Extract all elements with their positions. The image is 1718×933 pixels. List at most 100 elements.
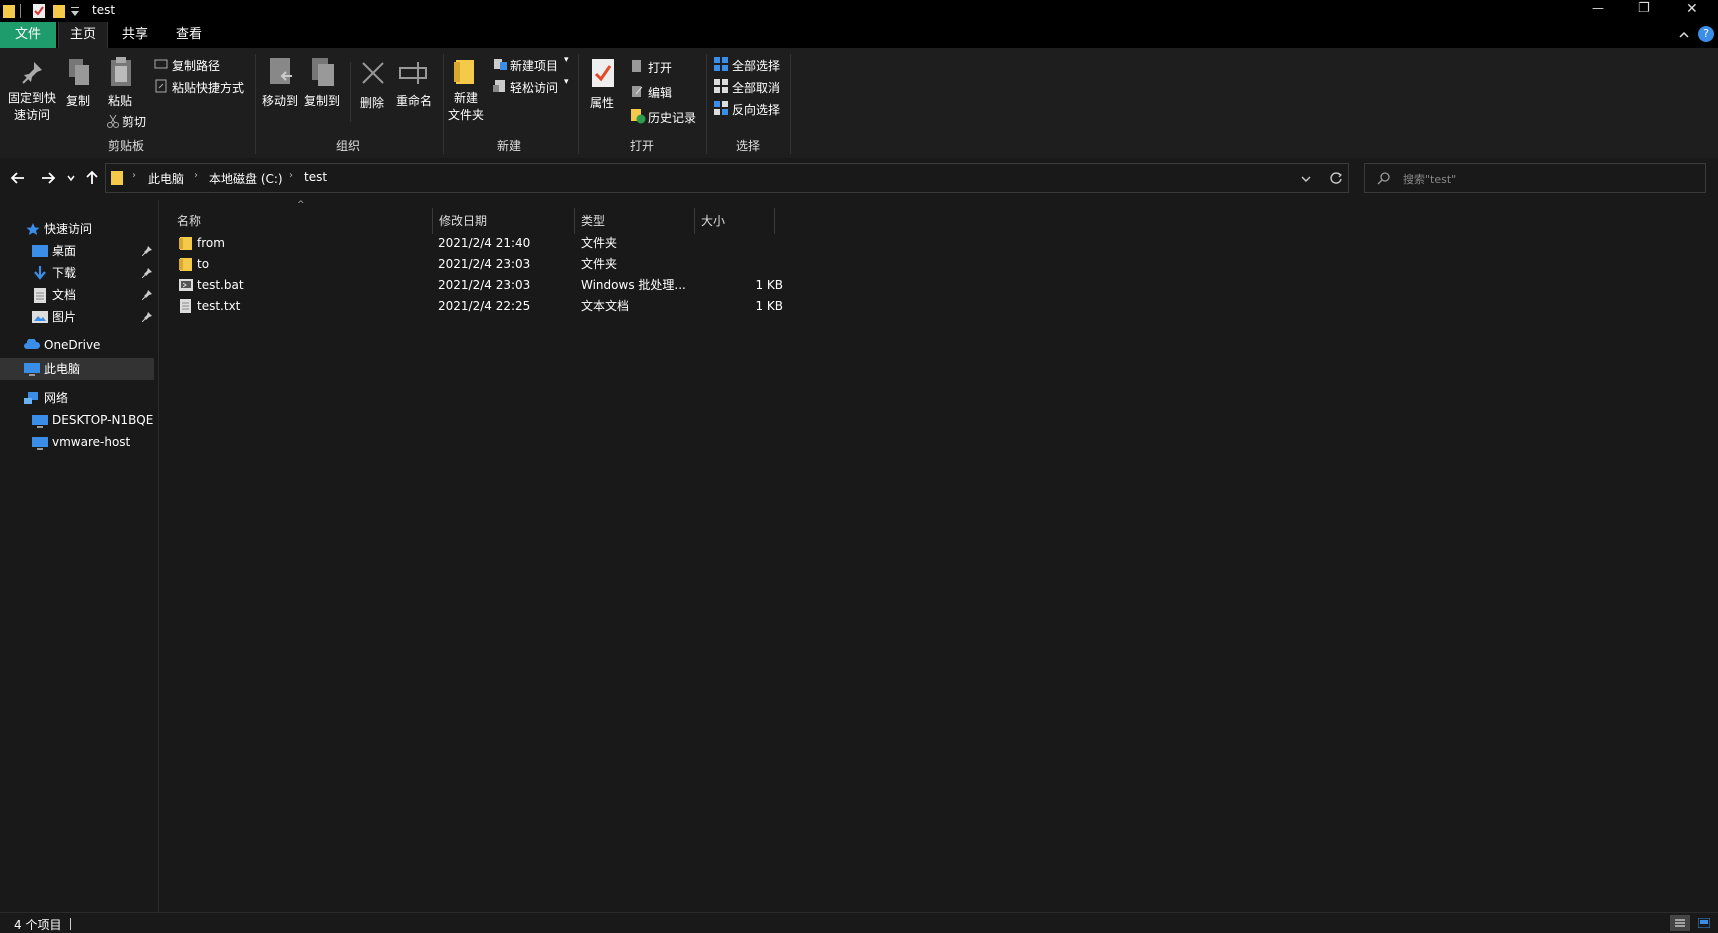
pin-icon	[142, 268, 152, 278]
nav-documents[interactable]: 文档	[52, 284, 76, 306]
new-item-button[interactable]: 新建项目	[510, 57, 558, 74]
file-name: from	[197, 236, 225, 250]
search-box[interactable]: 搜索"test"	[1364, 163, 1706, 193]
delete-icon	[362, 62, 384, 84]
pin-to-quick-access-button[interactable]: 固定到快 速访问	[4, 90, 60, 124]
paste-button[interactable]: 粘贴	[108, 92, 132, 109]
move-to-icon	[270, 58, 292, 84]
select-all-icon	[714, 57, 728, 71]
invert-selection-button[interactable]: 反向选择	[732, 101, 780, 118]
folder-icon	[179, 258, 192, 271]
copy-button[interactable]: 复制	[66, 92, 90, 109]
tab-share[interactable]: 共享	[110, 22, 160, 48]
new-item-dropdown-icon[interactable]: ▾	[564, 55, 569, 65]
large-icons-view-button[interactable]	[1694, 915, 1714, 931]
file-date: 2021/2/4 23:03	[438, 278, 531, 292]
select-all-button[interactable]: 全部选择	[732, 57, 780, 74]
paste-icon	[111, 57, 131, 86]
address-dropdown-icon[interactable]	[1300, 173, 1312, 185]
ribbon-separator	[706, 54, 707, 154]
file-type: 文件夹	[581, 236, 618, 250]
nav-quick-access[interactable]: 快速访问	[44, 218, 92, 240]
delete-button[interactable]: 删除	[360, 94, 384, 111]
breadcrumb-separator-icon[interactable]: ›	[132, 170, 136, 181]
nav-host-desktop[interactable]: DESKTOP-N1BQE	[52, 409, 153, 431]
easy-access-dropdown-icon[interactable]: ▾	[564, 77, 569, 87]
select-group-label: 选择	[736, 139, 761, 153]
forward-arrow-icon[interactable]	[40, 170, 56, 186]
nav-onedrive[interactable]: OneDrive	[44, 334, 100, 356]
table-row[interactable]: to 2021/2/4 23:03 文件夹	[175, 254, 935, 275]
ribbon-separator	[578, 54, 579, 154]
file-size: 1 KB	[755, 278, 783, 292]
rename-button[interactable]: 重命名	[396, 92, 432, 109]
computer-icon	[24, 363, 40, 376]
copy-path-button[interactable]: 复制路径	[172, 57, 220, 74]
pictures-icon	[32, 311, 48, 323]
column-header-size[interactable]: 大小	[695, 208, 775, 234]
maximize-button[interactable]: ❐	[1638, 1, 1650, 16]
up-arrow-icon[interactable]	[84, 170, 100, 186]
nav-desktop[interactable]: 桌面	[52, 240, 76, 262]
breadcrumb-local-disk[interactable]: 本地磁盘 (C:)	[209, 170, 283, 187]
history-button[interactable]: 历史记录	[648, 109, 696, 126]
properties-icon	[592, 59, 614, 87]
text-file-icon	[180, 299, 191, 313]
tab-view[interactable]: 查看	[164, 22, 214, 48]
ribbon-separator	[790, 54, 791, 154]
column-header-date[interactable]: 修改日期	[433, 208, 575, 234]
file-name: test.bat	[197, 278, 244, 292]
back-arrow-icon[interactable]	[10, 170, 26, 186]
new-folder-button[interactable]: 新建 文件夹	[446, 90, 486, 124]
nav-downloads[interactable]: 下载	[52, 262, 76, 284]
edit-button[interactable]: 编辑	[648, 84, 672, 101]
copy-to-button[interactable]: 复制到	[304, 92, 340, 109]
scissors-icon	[107, 114, 119, 128]
customize-quick-access-icon[interactable]	[70, 6, 80, 18]
table-row[interactable]: from 2021/2/4 21:40 文件夹	[175, 233, 935, 254]
select-none-button[interactable]: 全部取消	[732, 79, 780, 96]
move-to-button[interactable]: 移动到	[262, 92, 298, 109]
address-bar[interactable]: › 此电脑 › 本地磁盘 (C:) › test	[105, 163, 1349, 193]
refresh-icon[interactable]	[1329, 171, 1343, 185]
breadcrumb-separator-icon[interactable]: ›	[289, 170, 293, 181]
properties-quick-icon[interactable]	[32, 3, 46, 19]
minimize-button[interactable]: —	[1592, 1, 1604, 15]
search-icon	[1377, 172, 1390, 185]
new-folder-quick-icon[interactable]	[52, 3, 66, 19]
recent-locations-chevron-icon[interactable]	[66, 173, 76, 183]
breadcrumb-separator-icon[interactable]: ›	[194, 170, 198, 181]
collapse-ribbon-icon[interactable]	[1678, 29, 1690, 41]
new-item-icon	[494, 59, 507, 70]
nav-pictures[interactable]: 图片	[52, 306, 76, 328]
help-button[interactable]: ?	[1698, 26, 1714, 42]
nav-this-pc[interactable]: 此电脑	[44, 358, 80, 380]
ribbon-separator	[255, 54, 256, 154]
nav-host-vmware[interactable]: vmware-host	[52, 431, 130, 453]
column-header-name[interactable]: 名称	[171, 208, 433, 234]
file-type: 文件夹	[581, 257, 618, 271]
window-title: test	[92, 3, 116, 17]
open-button[interactable]: 打开	[648, 59, 672, 76]
paste-shortcut-icon	[155, 79, 167, 93]
tab-file[interactable]: 文件	[0, 22, 56, 48]
breadcrumb-test[interactable]: test	[304, 170, 327, 184]
file-size: 1 KB	[755, 299, 783, 313]
nav-network[interactable]: 网络	[44, 387, 68, 409]
tab-home[interactable]: 主页	[58, 22, 108, 48]
paste-shortcut-button[interactable]: 粘贴快捷方式	[172, 79, 244, 96]
document-icon	[34, 288, 46, 303]
organize-group-label: 组织	[336, 139, 361, 153]
close-button[interactable]: ✕	[1686, 1, 1698, 17]
select-none-icon	[714, 79, 728, 93]
column-header-type[interactable]: 类型	[575, 208, 695, 234]
details-view-button[interactable]	[1670, 915, 1690, 931]
computer-icon	[32, 415, 48, 428]
easy-access-button[interactable]: 轻松访问	[510, 79, 558, 96]
breadcrumb-this-pc[interactable]: 此电脑	[148, 170, 184, 187]
table-row[interactable]: test.txt 2021/2/4 22:25 文本文档 1 KB	[175, 296, 935, 317]
copy-path-icon	[154, 59, 168, 69]
table-row[interactable]: test.bat 2021/2/4 23:03 Windows 批处理... 1…	[175, 275, 935, 296]
properties-button[interactable]: 属性	[590, 94, 614, 111]
cut-button[interactable]: 剪切	[122, 113, 146, 130]
